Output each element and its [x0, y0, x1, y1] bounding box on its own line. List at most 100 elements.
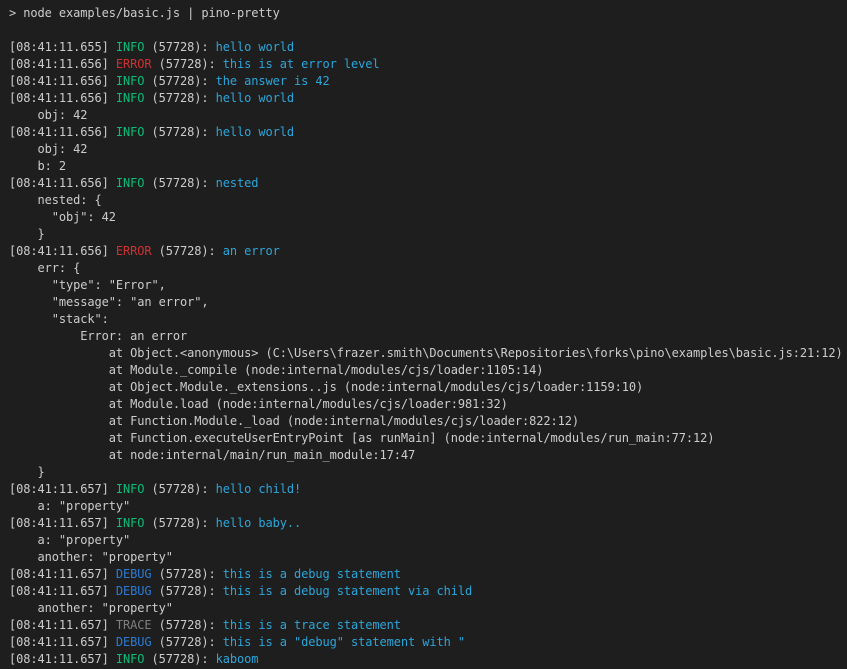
terminal-line: [08:41:11.657] INFO (57728): hello child… — [9, 481, 847, 498]
terminal-line: a: "property" — [9, 498, 847, 515]
log-message: hello world — [216, 40, 294, 54]
terminal-line: "stack": — [9, 311, 847, 328]
detail-text: at Function.Module._load (node:internal/… — [9, 414, 579, 428]
log-pid: (57728): — [152, 125, 209, 139]
terminal-line: "message": "an error", — [9, 294, 847, 311]
log-timestamp: [08:41:11.657] — [9, 567, 109, 581]
log-pid: (57728): — [152, 516, 209, 530]
log-level: INFO — [116, 516, 145, 530]
terminal-line: [08:41:11.657] INFO (57728): hello baby.… — [9, 515, 847, 532]
log-pid: (57728): — [159, 57, 216, 71]
log-pid: (57728): — [152, 482, 209, 496]
terminal-line: "obj": 42 — [9, 209, 847, 226]
terminal-line: obj: 42 — [9, 107, 847, 124]
detail-text: "message": "an error", — [9, 295, 209, 309]
terminal-output: > node examples/basic.js | pino-pretty [0… — [9, 5, 847, 668]
log-pid: (57728): — [159, 567, 216, 581]
terminal-line: [08:41:11.656] ERROR (57728): this is at… — [9, 56, 847, 73]
terminal-line: at Module.load (node:internal/modules/cj… — [9, 396, 847, 413]
terminal-line: [08:41:11.655] INFO (57728): hello world — [9, 39, 847, 56]
detail-text: at Object.Module._extensions..js (node:i… — [9, 380, 643, 394]
log-timestamp: [08:41:11.655] — [9, 40, 109, 54]
detail-text: another: "property" — [9, 550, 173, 564]
log-timestamp: [08:41:11.656] — [9, 74, 109, 88]
terminal-line: at node:internal/main/run_main_module:17… — [9, 447, 847, 464]
detail-text: at node:internal/main/run_main_module:17… — [9, 448, 415, 462]
terminal-line: [08:41:11.657] DEBUG (57728): this is a … — [9, 583, 847, 600]
log-pid: (57728): — [152, 91, 209, 105]
terminal-line: err: { — [9, 260, 847, 277]
log-timestamp: [08:41:11.656] — [9, 244, 109, 258]
terminal-line: > node examples/basic.js | pino-pretty — [9, 5, 847, 22]
detail-text: a: "property" — [9, 533, 130, 547]
log-level: INFO — [116, 74, 145, 88]
detail-text: a: "property" — [9, 499, 130, 513]
log-level: DEBUG — [116, 584, 152, 598]
log-level: DEBUG — [116, 567, 152, 581]
log-message: hello child! — [216, 482, 302, 496]
terminal-line: at Function.Module._load (node:internal/… — [9, 413, 847, 430]
detail-text: obj: 42 — [9, 142, 87, 156]
log-level: INFO — [116, 91, 145, 105]
log-message: hello baby.. — [216, 516, 302, 530]
log-timestamp: [08:41:11.657] — [9, 482, 109, 496]
terminal-line: [08:41:11.657] DEBUG (57728): this is a … — [9, 634, 847, 651]
log-message: this is a "debug" statement with " — [223, 635, 465, 649]
terminal-line: [08:41:11.657] DEBUG (57728): this is a … — [9, 566, 847, 583]
log-level: INFO — [116, 40, 145, 54]
terminal-line: [08:41:11.656] ERROR (57728): an error — [9, 243, 847, 260]
terminal-line: at Object.<anonymous> (C:\Users\frazer.s… — [9, 345, 847, 362]
detail-text: "type": "Error", — [9, 278, 166, 292]
log-level: ERROR — [116, 57, 152, 71]
terminal-line: "type": "Error", — [9, 277, 847, 294]
log-pid: (57728): — [159, 244, 216, 258]
detail-text: err: { — [9, 261, 80, 275]
terminal-line: another: "property" — [9, 549, 847, 566]
log-timestamp: [08:41:11.656] — [9, 176, 109, 190]
log-pid: (57728): — [152, 74, 209, 88]
terminal-line: [08:41:11.656] INFO (57728): the answer … — [9, 73, 847, 90]
log-timestamp: [08:41:11.657] — [9, 652, 109, 666]
terminal-line: at Function.executeUserEntryPoint [as ru… — [9, 430, 847, 447]
log-level: TRACE — [116, 618, 152, 632]
detail-text: at Module.load (node:internal/modules/cj… — [9, 397, 508, 411]
log-message: hello world — [216, 91, 294, 105]
terminal-line: } — [9, 464, 847, 481]
log-pid: (57728): — [152, 40, 209, 54]
log-message: hello world — [216, 125, 294, 139]
terminal-line: at Module._compile (node:internal/module… — [9, 362, 847, 379]
log-timestamp: [08:41:11.656] — [9, 57, 109, 71]
terminal-line: } — [9, 226, 847, 243]
log-message: kaboom — [216, 652, 259, 666]
log-timestamp: [08:41:11.657] — [9, 584, 109, 598]
detail-text: Error: an error — [9, 329, 187, 343]
terminal[interactable]: > node examples/basic.js | pino-pretty [0… — [0, 0, 847, 669]
log-pid: (57728): — [152, 176, 209, 190]
log-pid: (57728): — [159, 618, 216, 632]
terminal-line: obj: 42 — [9, 141, 847, 158]
detail-text: b: 2 — [9, 159, 66, 173]
detail-text: "obj": 42 — [9, 210, 116, 224]
log-level: INFO — [116, 482, 145, 496]
terminal-line: another: "property" — [9, 600, 847, 617]
terminal-line: nested: { — [9, 192, 847, 209]
detail-text: at Object.<anonymous> (C:\Users\frazer.s… — [9, 346, 843, 360]
terminal-line: [08:41:11.656] INFO (57728): hello world — [9, 124, 847, 141]
log-message: this is at error level — [223, 57, 380, 71]
terminal-line: Error: an error — [9, 328, 847, 345]
detail-text: at Function.executeUserEntryPoint [as ru… — [9, 431, 714, 445]
detail-text: } — [9, 465, 45, 479]
log-message: the answer is 42 — [216, 74, 330, 88]
terminal-line: b: 2 — [9, 158, 847, 175]
detail-text: at Module._compile (node:internal/module… — [9, 363, 543, 377]
log-pid: (57728): — [152, 652, 209, 666]
log-level: INFO — [116, 652, 145, 666]
log-message: this is a debug statement — [223, 567, 401, 581]
log-level: DEBUG — [116, 635, 152, 649]
log-level: INFO — [116, 176, 145, 190]
detail-text: obj: 42 — [9, 108, 87, 122]
log-level: INFO — [116, 125, 145, 139]
log-pid: (57728): — [159, 635, 216, 649]
detail-text: } — [9, 227, 45, 241]
log-message: an error — [223, 244, 280, 258]
